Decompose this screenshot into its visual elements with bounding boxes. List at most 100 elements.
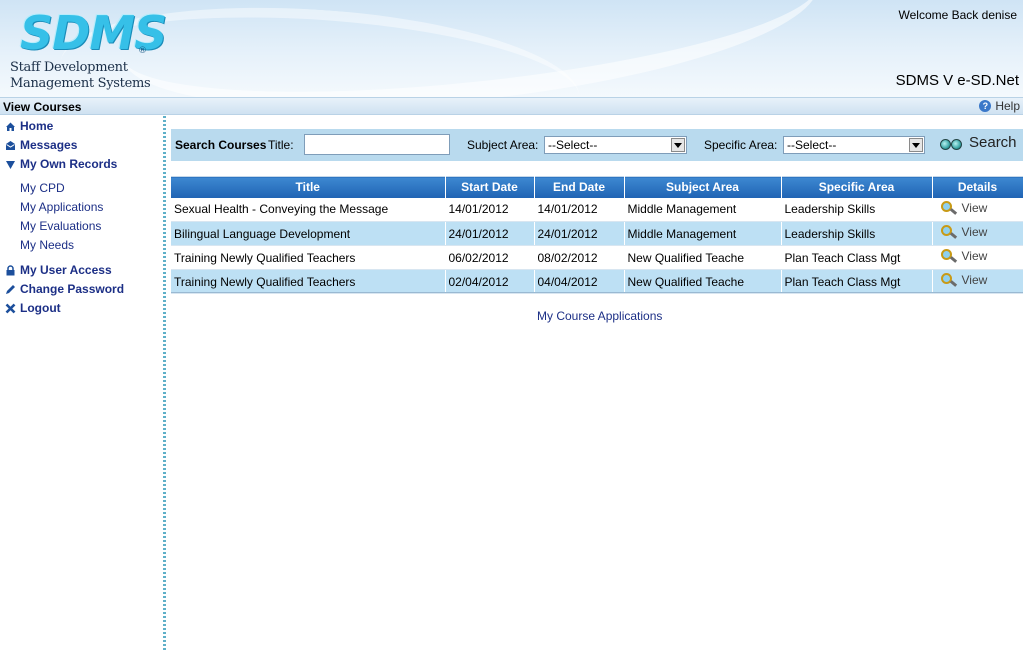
cell-details: View — [932, 245, 1023, 270]
subject-area-selected: --Select-- — [548, 138, 598, 152]
cell-title: Training Newly Qualified Teachers — [171, 269, 446, 294]
sidebar-item-my-user-access[interactable]: My User Access — [5, 263, 112, 277]
magnifier-icon — [939, 225, 957, 239]
cell-specific-area: Leadership Skills — [781, 197, 933, 222]
search-button[interactable]: Search — [940, 134, 1017, 151]
page-title: View Courses — [3, 100, 82, 114]
cell-subject-area: New Qualified Teache — [624, 269, 782, 294]
lock-icon — [6, 264, 15, 275]
search-courses-bar: Search Courses Title: Subject Area: --Se… — [171, 129, 1023, 161]
envelope-icon — [6, 140, 15, 150]
table-row: Training Newly Qualified Teachers 06/02/… — [171, 245, 1023, 270]
view-course-link[interactable]: View — [939, 249, 988, 263]
view-label: View — [961, 225, 988, 239]
sidebar-divider — [163, 116, 166, 651]
chevron-down-icon — [671, 138, 685, 152]
cell-specific-area: Plan Teach Class Mgt — [781, 245, 933, 270]
logo-subtitle-line1: Staff Development — [10, 60, 128, 75]
column-header-specific-area[interactable]: Specific Area — [781, 176, 933, 198]
logo-subtitle-line2: Management Systems — [10, 76, 151, 91]
help-link[interactable]: ? Help — [979, 99, 1020, 113]
table-row: Training Newly Qualified Teachers 02/04/… — [171, 269, 1023, 294]
title-label: Title: — [268, 138, 294, 152]
cell-subject-area: New Qualified Teache — [624, 245, 782, 270]
cell-title: Bilingual Language Development — [171, 221, 446, 246]
sidebar-subitem-my-evaluations[interactable]: My Evaluations — [20, 219, 101, 233]
cell-title: Sexual Health - Conveying the Message — [171, 197, 446, 222]
my-course-applications-link[interactable]: My Course Applications — [537, 309, 662, 323]
close-x-icon — [5, 303, 16, 313]
sidebar-item-change-password[interactable]: Change Password — [5, 282, 124, 296]
subject-area-select[interactable]: --Select-- — [544, 136, 687, 154]
cell-start-date: 14/01/2012 — [445, 197, 535, 222]
cell-title: Training Newly Qualified Teachers — [171, 245, 446, 270]
sidebar-item-label: Messages — [20, 138, 78, 152]
view-label: View — [961, 200, 988, 215]
cell-specific-area: Plan Teach Class Mgt — [781, 269, 933, 294]
cell-subject-area: Middle Management — [624, 197, 782, 222]
cell-start-date: 24/01/2012 — [445, 221, 535, 246]
title-search-input[interactable] — [304, 134, 450, 155]
sidebar-item-label: Change Password — [20, 282, 125, 296]
cell-subject-area: Middle Management — [624, 221, 782, 246]
pencil-icon — [6, 284, 15, 294]
sdms-logo: SDMS ® Staff Development Management Syst… — [6, 6, 167, 94]
logo-registered-mark: ® — [138, 46, 147, 56]
sidebar-subitem-my-applications[interactable]: My Applications — [20, 200, 103, 214]
welcome-message: Welcome Back denise — [898, 8, 1018, 22]
sidebar-item-label: Logout — [20, 301, 61, 315]
sidebar-item-messages[interactable]: Messages — [5, 138, 77, 152]
sidebar-item-my-own-records[interactable]: My Own Records — [5, 157, 117, 171]
sidebar-subitem-my-cpd[interactable]: My CPD — [20, 181, 65, 195]
help-icon: ? — [979, 100, 992, 112]
cell-start-date: 02/04/2012 — [445, 269, 535, 294]
column-header-title[interactable]: Title — [171, 176, 446, 198]
cell-details: View — [932, 197, 1023, 222]
sidebar-item-home[interactable]: Home — [5, 119, 53, 133]
column-header-start-date[interactable]: Start Date — [445, 176, 535, 198]
table-bottom-border — [171, 292, 1023, 293]
view-course-link[interactable]: View — [939, 225, 988, 239]
cell-end-date: 08/02/2012 — [534, 245, 625, 270]
sidebar-item-label: My Own Records — [20, 157, 118, 171]
cell-start-date: 06/02/2012 — [445, 245, 535, 270]
courses-table: Title Start Date End Date Subject Area S… — [171, 176, 1023, 294]
search-section-label: Search Courses — [175, 138, 267, 152]
cell-details: View — [932, 221, 1023, 246]
view-course-link[interactable]: View — [939, 200, 988, 215]
cell-specific-area: Leadership Skills — [781, 221, 933, 246]
cell-details: View — [932, 269, 1023, 294]
column-header-details: Details — [932, 176, 1023, 198]
column-header-subject-area[interactable]: Subject Area — [624, 176, 782, 198]
table-row: Sexual Health - Conveying the Message 14… — [171, 197, 1023, 222]
magnifier-icon — [939, 249, 957, 263]
cell-end-date: 14/01/2012 — [534, 197, 625, 222]
cell-end-date: 04/04/2012 — [534, 269, 625, 294]
magnifier-icon — [939, 273, 957, 287]
view-label: View — [961, 249, 988, 263]
view-course-link[interactable]: View — [939, 273, 988, 287]
app-version: SDMS V e-SD.Net — [895, 72, 1019, 89]
table-row: Bilingual Language Development 24/01/201… — [171, 221, 1023, 246]
home-icon — [6, 122, 15, 131]
specific-area-label: Specific Area: — [704, 138, 778, 152]
sidebar-item-label: Home — [20, 119, 54, 133]
chevron-down-icon — [909, 138, 923, 152]
sidebar-nav: Home Messages My Own Records My CPD My A… — [0, 116, 163, 651]
magnifier-icon — [939, 200, 957, 215]
specific-area-select[interactable]: --Select-- — [783, 136, 925, 154]
view-label: View — [961, 273, 988, 287]
binoculars-icon — [940, 135, 964, 151]
help-label: Help — [995, 99, 1020, 113]
subject-area-label: Subject Area: — [467, 138, 539, 152]
sidebar-item-logout[interactable]: Logout — [5, 301, 61, 315]
sidebar-item-label: My User Access — [20, 263, 112, 277]
sidebar-subitem-my-needs[interactable]: My Needs — [20, 238, 74, 252]
triangle-down-icon — [6, 160, 15, 169]
specific-area-selected: --Select-- — [787, 138, 837, 152]
table-header-row: Title Start Date End Date Subject Area S… — [171, 176, 1023, 198]
cell-end-date: 24/01/2012 — [534, 221, 625, 246]
header-banner: SDMS ® Staff Development Management Syst… — [0, 0, 1023, 97]
column-header-end-date[interactable]: End Date — [534, 176, 625, 198]
search-button-label: Search — [969, 134, 1017, 151]
